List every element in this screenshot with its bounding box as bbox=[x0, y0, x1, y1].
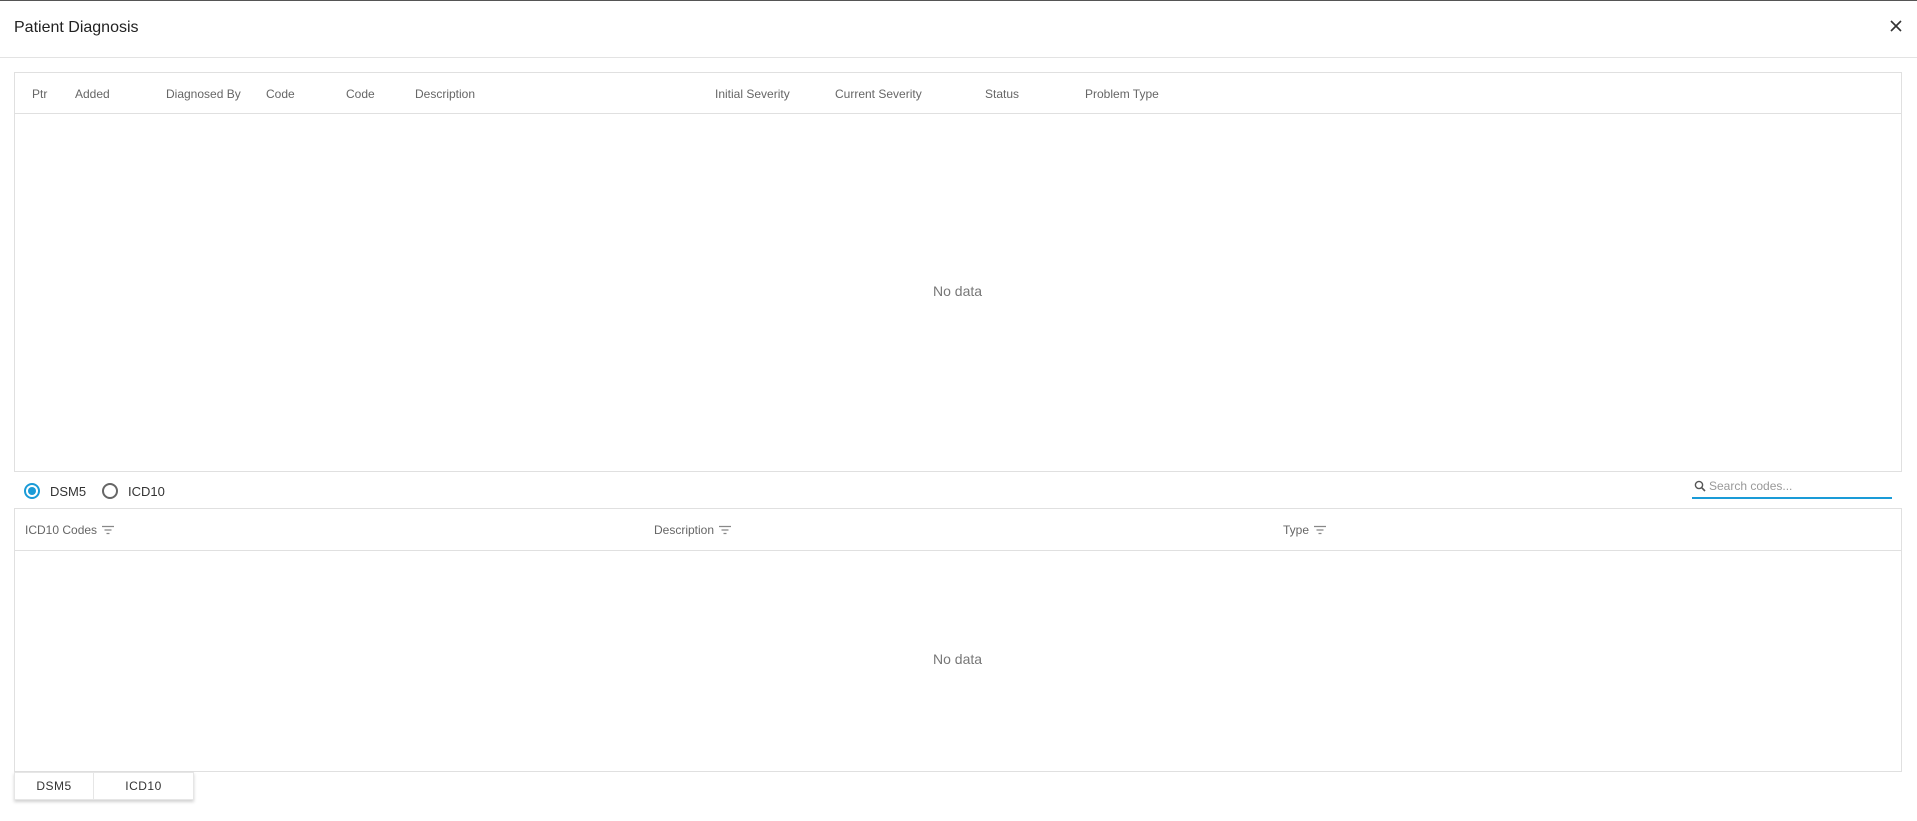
search-icon bbox=[1694, 480, 1706, 492]
radio-icd10-indicator[interactable] bbox=[102, 483, 118, 499]
column-ptr[interactable]: Ptr bbox=[32, 87, 47, 101]
codes-table-header: ICD10 Codes Description Type bbox=[15, 509, 1901, 551]
column-icd10-codes[interactable]: ICD10 Codes bbox=[25, 523, 115, 537]
column-icd10-codes-label: ICD10 Codes bbox=[25, 523, 98, 537]
filter-icon[interactable] bbox=[102, 525, 115, 535]
column-diagnosed-by[interactable]: Diagnosed By bbox=[166, 87, 241, 101]
column-added[interactable]: Added bbox=[75, 87, 110, 101]
tab-dsm5[interactable]: DSM5 bbox=[14, 772, 94, 800]
radio-dsm5-indicator[interactable] bbox=[24, 483, 40, 499]
column-codes-description-label: Description bbox=[654, 523, 715, 537]
diagnosis-table: Ptr Added Diagnosed By Code Code Descrip… bbox=[14, 72, 1902, 472]
diagnosis-empty-message: No data bbox=[933, 283, 983, 299]
search-input[interactable] bbox=[1709, 476, 1879, 496]
close-button[interactable] bbox=[1885, 15, 1907, 37]
column-initial-severity[interactable]: Initial Severity bbox=[715, 87, 790, 101]
column-status[interactable]: Status bbox=[985, 87, 1019, 101]
tab-icd10[interactable]: ICD10 bbox=[94, 772, 194, 800]
radio-icd10[interactable]: ICD10 bbox=[102, 481, 165, 501]
close-icon bbox=[1890, 20, 1902, 32]
column-current-severity[interactable]: Current Severity bbox=[835, 87, 922, 101]
column-codes-description[interactable]: Description bbox=[654, 523, 732, 537]
search-box bbox=[1692, 475, 1892, 499]
radio-dsm5[interactable]: DSM5 bbox=[24, 481, 86, 501]
column-problem-type[interactable]: Problem Type bbox=[1085, 87, 1159, 101]
column-type[interactable]: Type bbox=[1283, 523, 1327, 537]
filter-icon[interactable] bbox=[1314, 525, 1327, 535]
dialog-title: Patient Diagnosis bbox=[14, 19, 139, 36]
column-code[interactable]: Code bbox=[266, 87, 295, 101]
column-type-label: Type bbox=[1283, 523, 1310, 537]
diagnosis-table-header: Ptr Added Diagnosed By Code Code Descrip… bbox=[15, 73, 1901, 114]
filter-icon[interactable] bbox=[719, 525, 732, 535]
codes-empty-message: No data bbox=[933, 651, 983, 667]
bottom-tab-bar: DSM5 ICD10 bbox=[14, 772, 194, 800]
codes-table: ICD10 Codes Description Type No data bbox=[14, 509, 1902, 772]
radio-dsm5-label: DSM5 bbox=[50, 483, 87, 499]
code-system-toolbar: DSM5 ICD10 bbox=[14, 472, 1902, 509]
column-description[interactable]: Description bbox=[415, 87, 475, 101]
column-code-2[interactable]: Code bbox=[346, 87, 375, 101]
radio-icd10-label: ICD10 bbox=[128, 483, 165, 499]
dialog-header: Patient Diagnosis bbox=[0, 1, 1917, 58]
